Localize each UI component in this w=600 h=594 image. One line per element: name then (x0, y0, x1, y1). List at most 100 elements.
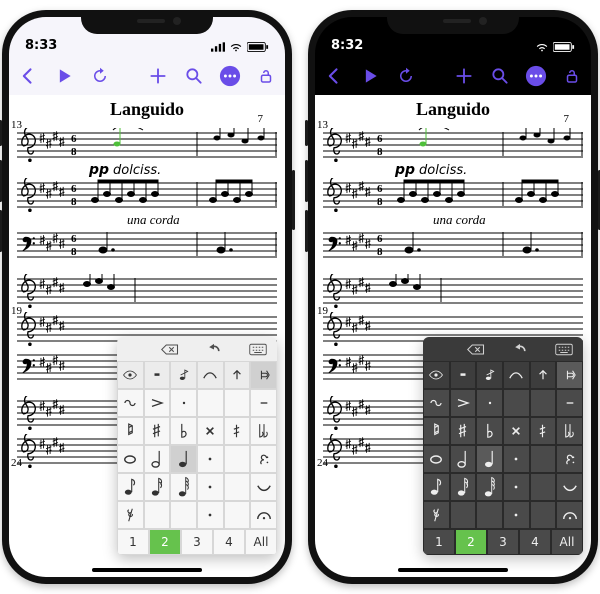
half-note[interactable] (450, 445, 477, 473)
lock-button[interactable] (255, 65, 277, 87)
dot-3[interactable] (503, 501, 530, 529)
double-sharp[interactable] (197, 417, 224, 445)
empty[interactable] (224, 445, 251, 473)
slur-toggle[interactable] (503, 361, 530, 389)
empty[interactable] (144, 501, 171, 529)
dot[interactable] (503, 445, 530, 473)
accent[interactable] (144, 389, 171, 417)
tuplet[interactable] (556, 445, 583, 473)
grace-toggle[interactable] (476, 361, 503, 389)
empty[interactable] (224, 473, 251, 501)
enharmonic-toggle[interactable] (556, 361, 583, 389)
tuplet[interactable] (250, 445, 277, 473)
voice-2[interactable]: 2 (455, 529, 487, 555)
rest-toggle[interactable] (450, 361, 477, 389)
insert-toggle[interactable] (224, 361, 251, 389)
back-button[interactable] (323, 65, 345, 87)
voice-1[interactable]: 1 (117, 529, 149, 555)
dot-2[interactable] (503, 473, 530, 501)
undo-icon[interactable] (511, 342, 529, 356)
play-button[interactable] (53, 65, 75, 87)
view-toggle[interactable] (423, 361, 450, 389)
staccato[interactable] (476, 389, 503, 417)
tenuto[interactable] (250, 389, 277, 417)
note-input-palette[interactable]: 1 2 3 4 All (423, 337, 583, 555)
ornament-turn[interactable] (117, 389, 144, 417)
quarter-sharp[interactable] (530, 417, 557, 445)
sixteenth-note[interactable] (144, 473, 171, 501)
voice-4[interactable]: 4 (213, 529, 245, 555)
voice-3[interactable]: 3 (487, 529, 519, 555)
home-indicator[interactable] (398, 568, 508, 572)
empty[interactable] (503, 389, 530, 417)
grace-toggle[interactable] (170, 361, 197, 389)
empty[interactable] (224, 389, 251, 417)
empty[interactable] (530, 445, 557, 473)
rest-16[interactable] (117, 501, 144, 529)
empty[interactable] (197, 389, 224, 417)
keyboard-icon[interactable] (249, 342, 267, 356)
fermata[interactable] (556, 501, 583, 529)
double-flat[interactable] (556, 417, 583, 445)
whole-note[interactable] (423, 445, 450, 473)
undo-icon[interactable] (205, 342, 223, 356)
slur-toggle[interactable] (197, 361, 224, 389)
score-view[interactable]: Languido 13 7 68 (315, 95, 591, 577)
flat[interactable] (170, 417, 197, 445)
quarter-sharp[interactable] (224, 417, 251, 445)
ornament-turn[interactable] (423, 389, 450, 417)
home-indicator[interactable] (92, 568, 202, 572)
view-toggle[interactable] (117, 361, 144, 389)
staccato[interactable] (170, 389, 197, 417)
thirtysecond-note[interactable] (170, 473, 197, 501)
voice-4[interactable]: 4 (519, 529, 551, 555)
empty[interactable] (530, 501, 557, 529)
voice-2[interactable]: 2 (149, 529, 181, 555)
voice-all[interactable]: All (551, 529, 583, 555)
quarter-note[interactable] (170, 445, 197, 473)
voice-3[interactable]: 3 (181, 529, 213, 555)
empty[interactable] (224, 501, 251, 529)
add-button[interactable] (147, 65, 169, 87)
tenuto[interactable] (556, 389, 583, 417)
back-button[interactable] (17, 65, 39, 87)
double-sharp[interactable] (503, 417, 530, 445)
flat[interactable] (476, 417, 503, 445)
quarter-note[interactable] (476, 445, 503, 473)
natural[interactable] (423, 417, 450, 445)
fermata[interactable] (250, 501, 277, 529)
sixteenth-note[interactable] (450, 473, 477, 501)
rest-16[interactable] (423, 501, 450, 529)
empty[interactable] (530, 473, 557, 501)
dot-3[interactable] (197, 501, 224, 529)
double-flat[interactable] (250, 417, 277, 445)
natural[interactable] (117, 417, 144, 445)
empty[interactable] (530, 389, 557, 417)
eighth-note[interactable] (423, 473, 450, 501)
play-button[interactable] (359, 65, 381, 87)
rest-toggle[interactable] (144, 361, 171, 389)
empty[interactable] (450, 501, 477, 529)
empty[interactable] (170, 501, 197, 529)
sharp[interactable] (144, 417, 171, 445)
voice-1[interactable]: 1 (423, 529, 455, 555)
accent[interactable] (450, 389, 477, 417)
lock-button[interactable] (561, 65, 583, 87)
tie[interactable] (250, 473, 277, 501)
enharmonic-toggle[interactable] (250, 361, 277, 389)
search-button[interactable] (183, 65, 205, 87)
voice-all[interactable]: All (245, 529, 277, 555)
tie[interactable] (556, 473, 583, 501)
score-view[interactable]: Languido 13 7 6 8 (9, 95, 285, 577)
eighth-note[interactable] (117, 473, 144, 501)
sharp[interactable] (450, 417, 477, 445)
insert-toggle[interactable] (530, 361, 557, 389)
search-button[interactable] (489, 65, 511, 87)
rewind-button[interactable] (395, 65, 417, 87)
dot[interactable] (197, 445, 224, 473)
keyboard-icon[interactable] (555, 342, 573, 356)
thirtysecond-note[interactable] (476, 473, 503, 501)
delete-icon[interactable] (161, 342, 179, 356)
empty[interactable] (476, 501, 503, 529)
add-button[interactable] (453, 65, 475, 87)
